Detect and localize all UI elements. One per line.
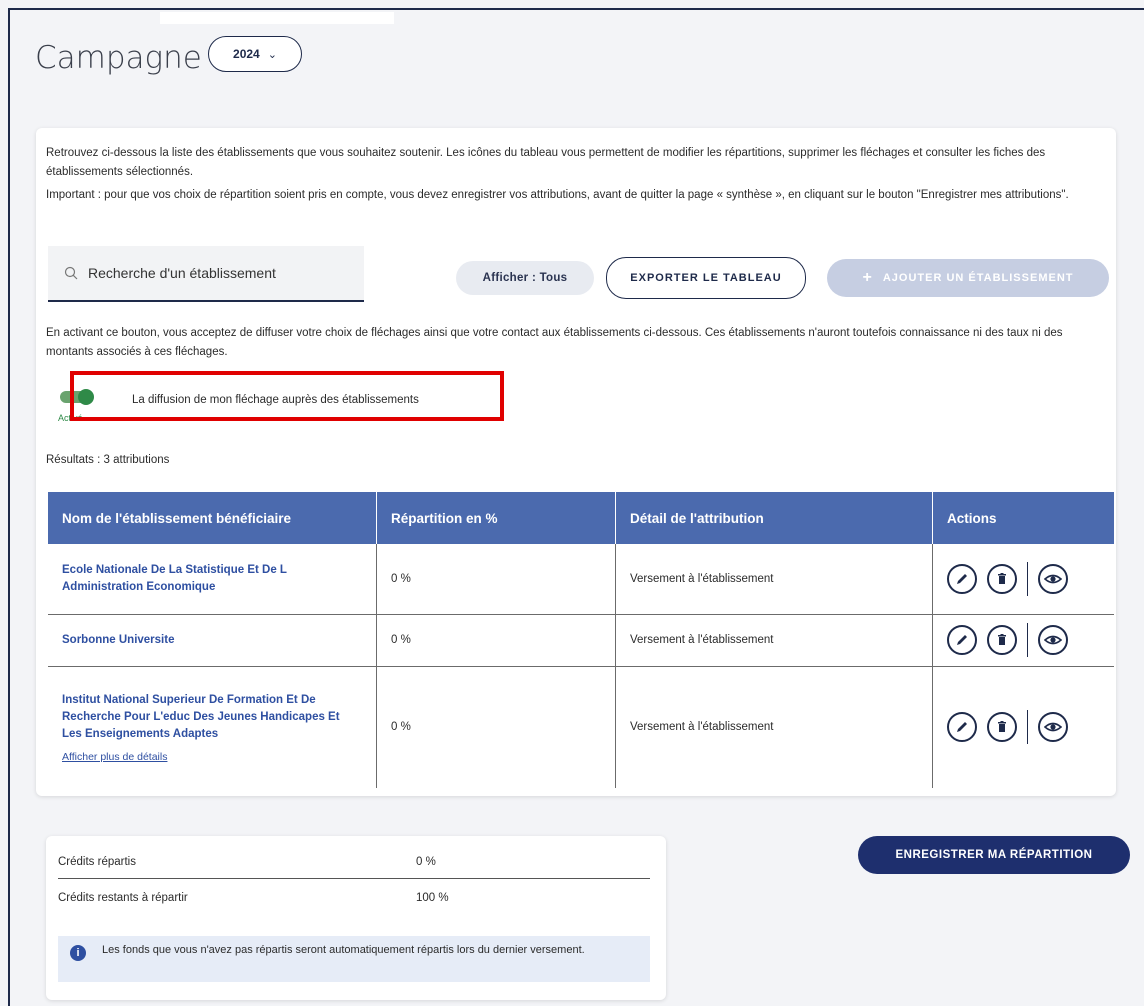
row-percentage: 0 % — [376, 666, 616, 788]
results-count: Résultats : 3 attributions — [46, 454, 170, 466]
export-table-button[interactable]: EXPORTER LE TABLEAU — [606, 257, 806, 299]
col-header-actions: Actions — [932, 492, 1114, 544]
attributions-card: Retrouvez ci-dessous la liste des établi… — [36, 128, 1116, 796]
delete-button[interactable] — [987, 625, 1017, 655]
trash-icon — [998, 634, 1006, 645]
search-icon — [64, 266, 78, 280]
credits-remaining-value: 100 % — [416, 892, 449, 904]
row-percentage: 0 % — [376, 544, 616, 615]
table-row: Sorbonne Universite 0 % Versement à l'ét… — [48, 614, 1114, 667]
consent-text: En activant ce bouton, vous acceptez de … — [46, 327, 1063, 358]
add-establishment-button[interactable]: + AJOUTER UN ÉTABLISSEMENT — [827, 259, 1109, 297]
highlight-box — [70, 371, 504, 421]
delete-button[interactable] — [987, 563, 1017, 594]
credits-distributed-label: Crédits répartis — [58, 856, 136, 868]
row-detail: Versement à l'établissement — [615, 614, 933, 667]
search-box[interactable] — [48, 246, 364, 302]
credits-remaining-label: Crédits restants à répartir — [58, 892, 188, 904]
frame-gap — [160, 12, 394, 24]
establishment-link[interactable]: Ecole Nationale De La Statistique Et De … — [62, 564, 287, 593]
info-text: Les fonds que vous n'avez pas répartis s… — [102, 944, 585, 956]
divider — [58, 878, 650, 879]
table-row: Ecole Nationale De La Statistique Et De … — [48, 544, 1114, 615]
eye-icon — [1044, 574, 1062, 584]
plus-icon: + — [862, 269, 873, 286]
edit-button[interactable] — [947, 563, 977, 594]
intro-line-1: Retrouvez ci-dessous la liste des établi… — [46, 147, 1046, 178]
intro-text: Retrouvez ci-dessous la liste des établi… — [46, 144, 1106, 209]
row-detail: Versement à l'établissement — [615, 544, 933, 615]
col-header-pct: Répartition en % — [376, 492, 616, 544]
view-button[interactable] — [1038, 563, 1068, 594]
establishment-link[interactable]: Institut National Superieur De Formation… — [62, 694, 340, 740]
edit-button[interactable] — [947, 625, 977, 655]
intro-line-2: Important : pour que vos choix de répart… — [46, 189, 1069, 201]
credits-summary: Crédits répartis 0 % Crédits restants à … — [46, 836, 666, 1000]
credits-distributed-row: Crédits répartis 0 % — [58, 856, 650, 868]
row-actions — [947, 710, 1100, 745]
row-actions — [947, 561, 1100, 596]
page-title: Campagne — [35, 40, 202, 76]
trash-icon — [998, 572, 1006, 584]
col-header-name: Nom de l'établissement bénéficiaire — [48, 492, 377, 544]
info-notice: i Les fonds que vous n'avez pas répartis… — [58, 936, 650, 982]
pencil-icon — [957, 573, 967, 584]
trash-icon — [998, 721, 1006, 733]
show-more-details-link[interactable]: Afficher plus de détails — [62, 751, 362, 763]
view-button[interactable] — [1038, 712, 1068, 743]
table-row: Institut National Superieur De Formation… — [48, 666, 1114, 788]
search-input[interactable] — [86, 264, 350, 282]
edit-button[interactable] — [947, 712, 977, 743]
year-value: 2024 — [233, 47, 260, 61]
year-select[interactable]: 2024 ⌄ — [208, 36, 302, 72]
row-detail: Versement à l'établissement — [615, 666, 933, 788]
table-header-row: Nom de l'établissement bénéficiaire Répa… — [48, 492, 1114, 544]
establishment-link[interactable]: Sorbonne Universite — [62, 634, 174, 646]
action-separator — [1027, 623, 1028, 657]
filter-button[interactable]: Afficher : Tous — [456, 261, 594, 295]
attributions-table: Nom de l'établissement bénéficiaire Répa… — [48, 492, 1114, 788]
chevron-down-icon: ⌄ — [267, 48, 277, 61]
col-header-detail: Détail de l'attribution — [615, 492, 933, 544]
pencil-icon — [957, 722, 967, 733]
action-separator — [1027, 561, 1028, 596]
row-percentage: 0 % — [376, 614, 616, 667]
credits-remaining-row: Crédits restants à répartir 100 % — [58, 892, 650, 904]
save-distribution-button[interactable]: ENREGISTRER MA RÉPARTITION — [858, 836, 1130, 874]
add-establishment-label: AJOUTER UN ÉTABLISSEMENT — [882, 272, 1074, 284]
credits-distributed-value: 0 % — [416, 856, 436, 868]
row-actions — [947, 623, 1100, 657]
action-separator — [1027, 710, 1028, 745]
app-frame: Campagne 2024 ⌄ Retrouvez ci-dessous la … — [8, 8, 1144, 1006]
info-icon: i — [70, 945, 86, 961]
eye-icon — [1044, 722, 1062, 732]
eye-icon — [1044, 635, 1062, 645]
pencil-icon — [957, 635, 967, 645]
view-button[interactable] — [1038, 625, 1068, 655]
delete-button[interactable] — [987, 712, 1017, 743]
